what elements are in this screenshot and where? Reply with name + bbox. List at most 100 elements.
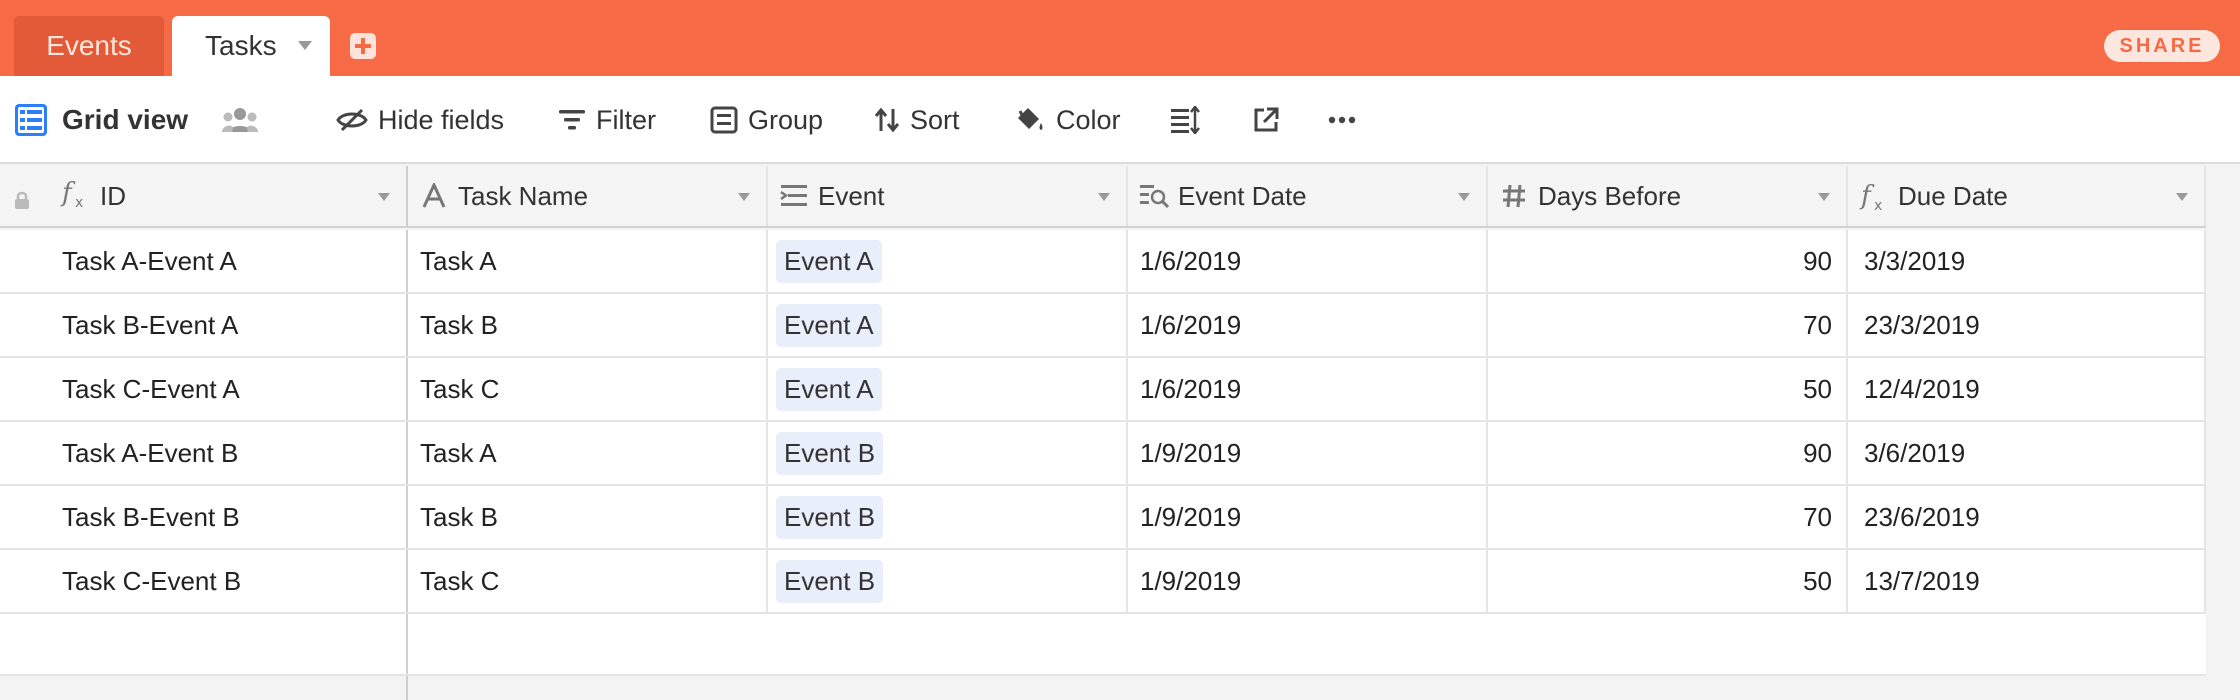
cell-days-before[interactable]: 50 xyxy=(1488,550,1848,612)
cell-id[interactable]: Task B-Event A xyxy=(0,294,408,356)
tab-bar: Events Tasks SHARE xyxy=(0,0,2240,76)
chevron-down-icon[interactable] xyxy=(1458,193,1470,201)
table-row[interactable]: Task C-Event A Task C Event A 1/6/2019 5… xyxy=(0,358,2206,422)
share-view-icon[interactable] xyxy=(1252,76,1280,164)
grid-view-icon[interactable] xyxy=(14,76,48,164)
cell-task-name[interactable]: Task B xyxy=(408,486,768,548)
cell-event-date[interactable]: 1/9/2019 xyxy=(1128,486,1488,548)
add-record-cell[interactable] xyxy=(0,614,408,674)
cell-days-before[interactable]: 70 xyxy=(1488,294,1848,356)
cell-task-name[interactable]: Task A xyxy=(408,422,768,484)
cell-event-date[interactable]: 1/9/2019 xyxy=(1128,550,1488,612)
table-row[interactable]: Task B-Event B Task B Event B 1/9/2019 7… xyxy=(0,486,2206,550)
cell-event[interactable]: Event A xyxy=(768,230,1128,292)
cell-event-date[interactable]: 1/9/2019 xyxy=(1128,422,1488,484)
cell-event-date[interactable]: 1/6/2019 xyxy=(1128,358,1488,420)
group-icon xyxy=(710,106,738,134)
chevron-down-icon[interactable] xyxy=(1098,193,1110,201)
cell-due-date[interactable]: 13/7/2019 xyxy=(1848,550,2206,612)
cell-days-before[interactable]: 90 xyxy=(1488,230,1848,292)
color-label: Color xyxy=(1056,104,1121,135)
cell-event[interactable]: Event A xyxy=(768,358,1128,420)
linked-record-chip[interactable]: Event B xyxy=(776,431,884,475)
cell-event[interactable]: Event B xyxy=(768,550,1128,612)
linked-record-chip[interactable]: Event A xyxy=(776,367,882,411)
tab-tasks[interactable]: Tasks xyxy=(172,16,330,76)
color-button[interactable]: Color xyxy=(1014,76,1121,164)
hide-fields-icon xyxy=(336,108,368,132)
chevron-down-icon[interactable] xyxy=(738,193,750,201)
linked-record-chip[interactable]: Event A xyxy=(776,303,882,347)
cell-due-date[interactable]: 23/6/2019 xyxy=(1848,486,2206,548)
paint-bucket-icon xyxy=(1018,108,1043,130)
cell-id[interactable]: Task A-Event B xyxy=(0,422,408,484)
share-button[interactable]: SHARE xyxy=(2104,30,2220,62)
cell-task-name[interactable]: Task A xyxy=(408,230,768,292)
column-header-row: f x ID Task Name Event Event Date Days B… xyxy=(0,166,2206,228)
frozen-column-divider xyxy=(406,676,408,700)
tab-tasks-label: Tasks xyxy=(205,30,277,61)
add-table-icon[interactable] xyxy=(350,33,376,59)
row-height-icon[interactable] xyxy=(1170,76,1200,164)
linked-record-chip[interactable]: Event A xyxy=(776,239,882,283)
cell-event[interactable]: Event B xyxy=(768,422,1128,484)
column-header-label: Event xyxy=(818,180,885,211)
column-header-due-date[interactable]: f x Due Date xyxy=(1848,166,2206,226)
cell-event-date[interactable]: 1/6/2019 xyxy=(1128,294,1488,356)
chevron-down-icon[interactable] xyxy=(1818,193,1830,201)
hide-fields-label: Hide fields xyxy=(378,104,505,135)
table-row[interactable]: Task A-Event B Task A Event B 1/9/2019 9… xyxy=(0,422,2206,486)
cell-id[interactable]: Task B-Event B xyxy=(0,486,408,548)
group-button[interactable]: Group xyxy=(710,76,823,164)
filter-icon xyxy=(559,110,585,130)
collaborators-icon[interactable] xyxy=(222,76,258,164)
cell-due-date[interactable]: 23/3/2019 xyxy=(1848,294,2206,356)
cell-event[interactable]: Event A xyxy=(768,294,1128,356)
cell-days-before[interactable]: 50 xyxy=(1488,358,1848,420)
column-header-days-before[interactable]: Days Before xyxy=(1488,166,1848,226)
cell-task-name[interactable]: Task B xyxy=(408,294,768,356)
sort-label: Sort xyxy=(910,104,960,135)
sort-button[interactable]: Sort xyxy=(874,76,960,164)
cell-id[interactable]: Task A-Event A xyxy=(0,230,408,292)
cell-event[interactable]: Event B xyxy=(768,486,1128,548)
chevron-down-icon[interactable] xyxy=(2176,193,2188,201)
cell-due-date[interactable]: 3/6/2019 xyxy=(1848,422,2206,484)
cell-id[interactable]: Task C-Event B xyxy=(0,550,408,612)
group-label: Group xyxy=(748,104,824,135)
column-header-label: Event Date xyxy=(1178,180,1307,211)
add-record-row[interactable] xyxy=(0,614,2206,676)
formula-icon: f x xyxy=(1858,180,1890,212)
number-icon xyxy=(1498,183,1530,209)
cell-due-date[interactable]: 12/4/2019 xyxy=(1848,358,2206,420)
column-header-event[interactable]: Event xyxy=(768,166,1128,226)
table-row[interactable]: Task A-Event A Task A Event A 1/6/2019 9… xyxy=(0,230,2206,294)
cell-due-date[interactable]: 3/3/2019 xyxy=(1848,230,2206,292)
tab-events[interactable]: Events xyxy=(14,16,164,76)
view-name[interactable]: Grid view xyxy=(62,76,188,164)
linked-record-chip[interactable]: Event B xyxy=(776,559,884,603)
column-header-label: Task Name xyxy=(458,180,589,211)
text-icon xyxy=(418,183,450,209)
hide-fields-button[interactable]: Hide fields xyxy=(336,76,504,164)
column-header-event-date[interactable]: Event Date xyxy=(1128,166,1488,226)
sort-icon xyxy=(874,107,900,133)
cell-task-name[interactable]: Task C xyxy=(408,550,768,612)
cell-id[interactable]: Task C-Event A xyxy=(0,358,408,420)
linked-record-chip[interactable]: Event B xyxy=(776,495,884,539)
table-row[interactable]: Task C-Event B Task C Event B 1/9/2019 5… xyxy=(0,550,2206,614)
column-header-id[interactable]: f x ID xyxy=(0,166,408,226)
cell-event-date[interactable]: 1/6/2019 xyxy=(1128,230,1488,292)
more-options-icon[interactable] xyxy=(1328,76,1356,164)
cell-task-name[interactable]: Task C xyxy=(408,358,768,420)
column-header-task-name[interactable]: Task Name xyxy=(408,166,768,226)
filter-button[interactable]: Filter xyxy=(558,76,656,164)
column-header-label: ID xyxy=(100,180,126,211)
chevron-down-icon[interactable] xyxy=(298,41,312,50)
view-toolbar: Grid view Hide fields Filter Group Sort … xyxy=(0,76,2240,164)
cell-days-before[interactable]: 90 xyxy=(1488,422,1848,484)
chevron-down-icon[interactable] xyxy=(378,193,390,201)
svg-text:x: x xyxy=(1874,198,1882,212)
cell-days-before[interactable]: 70 xyxy=(1488,486,1848,548)
table-row[interactable]: Task B-Event A Task B Event A 1/6/2019 7… xyxy=(0,294,2206,358)
